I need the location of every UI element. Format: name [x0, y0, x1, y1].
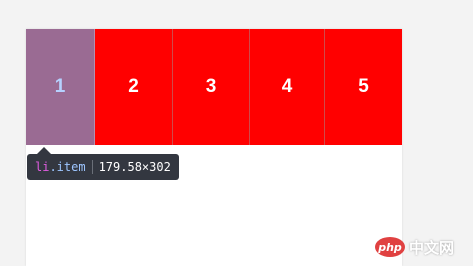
tooltip-class-name: .item [49, 160, 86, 174]
page-container: 1 2 3 4 5 [26, 29, 402, 266]
tooltip-arrow [37, 147, 51, 154]
tooltip-tag-name: li [35, 160, 50, 174]
list-item-label: 4 [281, 76, 293, 97]
list-item[interactable]: 2 [95, 29, 173, 145]
tooltip-divider [91, 160, 93, 174]
list-item[interactable]: 4 [250, 29, 325, 145]
watermark: php 中文网 [375, 236, 465, 258]
list-item-highlighted[interactable]: 1 [26, 29, 95, 145]
list-item[interactable]: 3 [173, 29, 250, 145]
list-item-label: 3 [205, 76, 217, 97]
watermark-text: 中文网 [409, 238, 455, 257]
flex-list: 1 2 3 4 5 [26, 29, 402, 145]
devtools-inspect-tooltip: li .item 179.58×302 [27, 154, 179, 180]
tooltip-dimensions: 179.58×302 [98, 160, 171, 174]
list-item-label: 2 [128, 76, 139, 97]
php-logo-icon: php [375, 237, 405, 257]
list-item[interactable]: 5 [325, 29, 402, 145]
list-item-label: 1 [54, 76, 66, 97]
list-item-label: 5 [358, 76, 369, 97]
